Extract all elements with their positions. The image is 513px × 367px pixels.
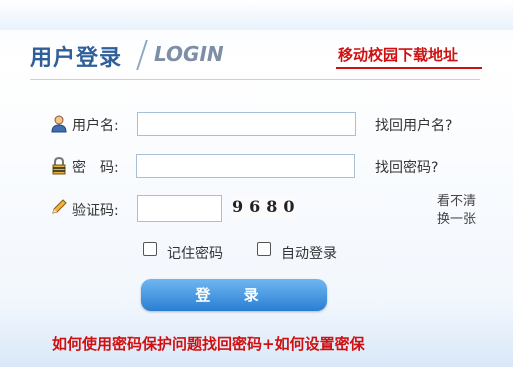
user-icon (50, 115, 68, 133)
lock-icon (50, 156, 68, 175)
auto-login-checkbox[interactable] (257, 242, 271, 256)
find-username-link[interactable]: 找回用户名? (375, 115, 452, 135)
captcha-label: 验证码: (72, 203, 119, 219)
username-input[interactable] (137, 112, 356, 136)
login-button[interactable]: 登 录 (141, 279, 327, 311)
password-label: 密 码: (72, 160, 119, 176)
captcha-input[interactable] (137, 195, 222, 222)
captcha-image[interactable]: 9680 (232, 197, 296, 219)
mobile-download-underline (336, 67, 482, 69)
password-help-link[interactable]: 如何使用密码保护问题找回密码+如何设置密保 (52, 333, 365, 354)
mobile-download-link[interactable]: 移动校园下载地址 (338, 44, 458, 65)
password-input[interactable] (136, 154, 355, 178)
page-title-english: LOGIN (154, 42, 224, 66)
username-label: 用户名: (72, 118, 119, 134)
refresh-captcha-link[interactable]: 看不清 换一张 (437, 193, 476, 229)
refresh-captcha-line2: 换一张 (437, 212, 477, 227)
login-header: 用户登录 LOGIN 移动校园下载地址 (0, 32, 513, 82)
header-divider (30, 79, 480, 80)
title-divider (136, 40, 148, 70)
top-bar (0, 0, 513, 30)
pencil-icon (50, 198, 68, 216)
remember-password-checkbox[interactable] (143, 242, 157, 256)
refresh-captcha-line1: 看不清 (437, 194, 477, 209)
auto-login-label: 自动登录 (281, 246, 337, 262)
find-password-link[interactable]: 找回密码? (375, 157, 438, 177)
page-title: 用户登录 (30, 46, 123, 71)
remember-password-label: 记住密码 (167, 246, 223, 262)
